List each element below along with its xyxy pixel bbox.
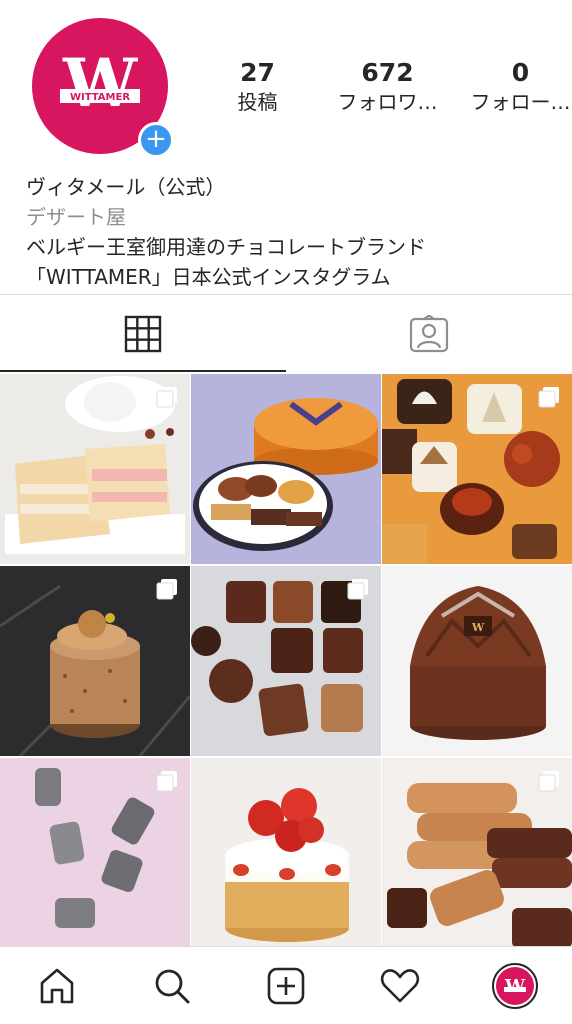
posts-count: 27	[240, 58, 275, 87]
new-post-icon	[267, 967, 305, 1004]
multiple-photos-icon	[156, 579, 177, 600]
tagged-person-icon	[409, 314, 449, 352]
posts-label: 投稿	[237, 90, 278, 114]
post-image-gift-box	[191, 374, 381, 564]
tab-grid[interactable]	[0, 295, 286, 372]
post-thumbnail[interactable]	[382, 374, 572, 564]
post-thumbnail[interactable]	[0, 566, 190, 756]
profile-avatar-container[interactable]: W WITTAMER +	[32, 18, 174, 158]
post-thumbnail[interactable]	[191, 566, 381, 756]
profile-avatar-icon: W	[491, 962, 538, 1009]
stat-posts[interactable]: 27 投稿	[215, 58, 330, 116]
post-image-chocolate-dome-cake: W	[382, 566, 572, 756]
multiple-photos-icon	[156, 771, 177, 792]
tab-tagged[interactable]	[286, 295, 572, 372]
posts-grid: W	[0, 374, 572, 948]
post-thumbnail[interactable]	[0, 758, 190, 948]
stat-followers[interactable]: 672 フォロワ…	[330, 58, 445, 116]
svg-text:W: W	[471, 621, 485, 634]
multiple-photos-icon	[347, 579, 368, 600]
multiple-photos-icon	[538, 387, 559, 408]
followers-label: フォロワ…	[337, 90, 438, 114]
followers-count: 672	[361, 58, 414, 87]
add-story-button[interactable]: +	[138, 122, 174, 158]
multiple-photos-icon	[156, 387, 177, 408]
bottom-navigation: W	[0, 946, 572, 1024]
profile-tabs	[0, 294, 572, 372]
following-label: フォロー…	[470, 90, 571, 114]
bio-line-2: 「WITTAMER」日本公式インスタグラム	[26, 265, 391, 289]
post-thumbnail[interactable]	[191, 758, 381, 948]
heart-icon	[381, 968, 420, 1002]
nav-new-post[interactable]	[229, 966, 343, 1006]
wittamer-logo-small: W	[504, 976, 526, 997]
nav-avatar-image: W	[495, 966, 534, 1005]
profile-category: デザート屋	[26, 205, 126, 229]
post-image-strawberry-shortcake	[191, 758, 381, 948]
multiple-photos-icon	[538, 771, 559, 792]
search-icon	[155, 969, 190, 1003]
svg-text:W: W	[504, 976, 526, 997]
post-thumbnail[interactable]	[0, 374, 190, 564]
bio-line-1: ベルギー王室御用達のチョコレートブランド	[26, 235, 426, 259]
stat-following[interactable]: 0 フォロー…	[445, 58, 571, 116]
nav-activity[interactable]	[343, 966, 457, 1006]
nav-profile[interactable]: W	[458, 962, 572, 1009]
logo-wordmark: WITTAMER	[70, 92, 130, 103]
home-icon	[40, 968, 74, 1003]
post-thumbnail[interactable]: W	[382, 566, 572, 756]
plus-icon: +	[145, 124, 167, 154]
grid-icon	[124, 315, 162, 352]
profile-bio: ヴィタメール（公式） デザート屋 ベルギー王室御用達のチョコレートブランド 「W…	[26, 172, 566, 292]
profile-stats: 27 投稿 672 フォロワ… 0 フォロー…	[215, 58, 571, 116]
nav-home[interactable]	[0, 966, 114, 1006]
logo-letter: W	[62, 44, 138, 122]
nav-search[interactable]	[114, 966, 228, 1006]
following-count: 0	[511, 58, 530, 87]
post-thumbnail[interactable]	[191, 374, 381, 564]
profile-name: ヴィタメール（公式）	[26, 175, 226, 199]
post-thumbnail[interactable]	[382, 758, 572, 948]
